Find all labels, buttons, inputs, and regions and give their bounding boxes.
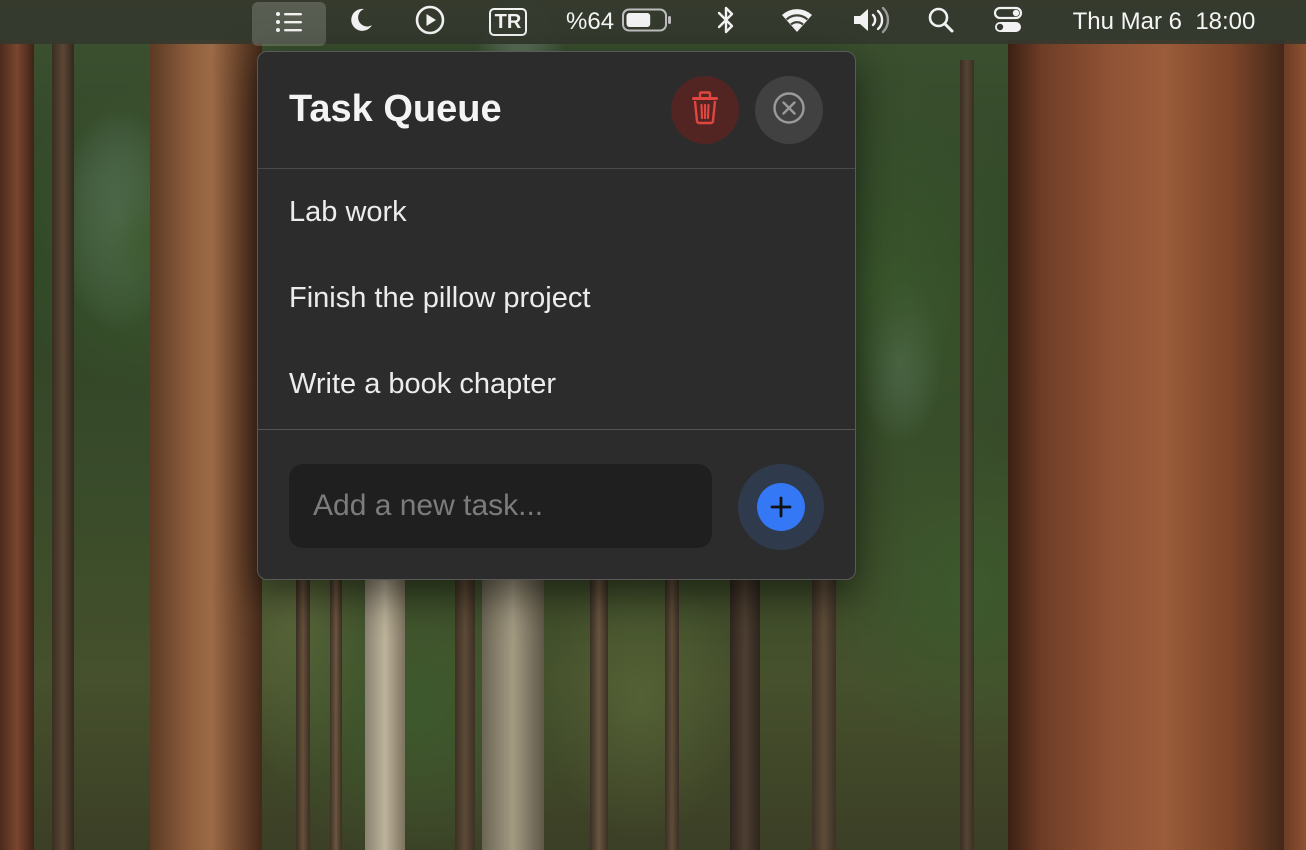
- bluetooth-button[interactable]: [710, 0, 742, 44]
- menu-bar: TR %64 Thu Mar 6 18:00: [0, 0, 1306, 46]
- control-center-icon: [993, 5, 1023, 40]
- moon-icon: [345, 5, 375, 40]
- add-task-button[interactable]: [738, 464, 824, 550]
- task-item[interactable]: Lab work: [289, 192, 407, 232]
- close-icon: [772, 91, 806, 130]
- focus-moon-button[interactable]: [340, 0, 380, 44]
- task-item[interactable]: Finish the pillow project: [289, 278, 590, 318]
- now-playing-button[interactable]: [410, 0, 450, 44]
- clock[interactable]: Thu Mar 6 18:00: [1052, 0, 1276, 44]
- control-center-button[interactable]: [990, 0, 1026, 44]
- close-popover-button[interactable]: [755, 76, 823, 144]
- input-source-icon: TR: [488, 8, 528, 36]
- wifi-button[interactable]: [776, 0, 818, 44]
- trash-icon: [690, 90, 720, 130]
- bluetooth-icon: [715, 5, 737, 40]
- input-source-button[interactable]: TR: [482, 0, 534, 44]
- play-icon: [414, 4, 446, 41]
- delete-all-button[interactable]: [671, 76, 739, 144]
- volume-button[interactable]: [850, 0, 894, 44]
- volume-icon: [851, 5, 893, 40]
- task-list: Lab work Finish the pillow project Write…: [258, 169, 855, 429]
- popover-title: Task Queue: [289, 88, 502, 130]
- popover-header: Task Queue: [258, 52, 855, 169]
- spotlight-search-button[interactable]: [924, 0, 958, 44]
- datetime-text: Thu Mar 6 18:00: [1072, 8, 1256, 35]
- task-queue-popover: Task Queue Lab work Finish the pillow pr…: [257, 51, 856, 580]
- battery-percent: %64: [566, 8, 615, 35]
- wifi-icon: [779, 6, 815, 39]
- new-task-input[interactable]: [289, 464, 712, 548]
- task-queue-menu-extra[interactable]: [252, 2, 326, 46]
- plus-icon: [757, 483, 805, 531]
- battery-status[interactable]: %64: [566, 0, 678, 44]
- battery-icon: [622, 8, 672, 37]
- search-icon: [927, 6, 955, 39]
- add-task-footer: [258, 429, 855, 579]
- task-item[interactable]: Write a book chapter: [289, 364, 556, 404]
- list-icon: [274, 10, 304, 39]
